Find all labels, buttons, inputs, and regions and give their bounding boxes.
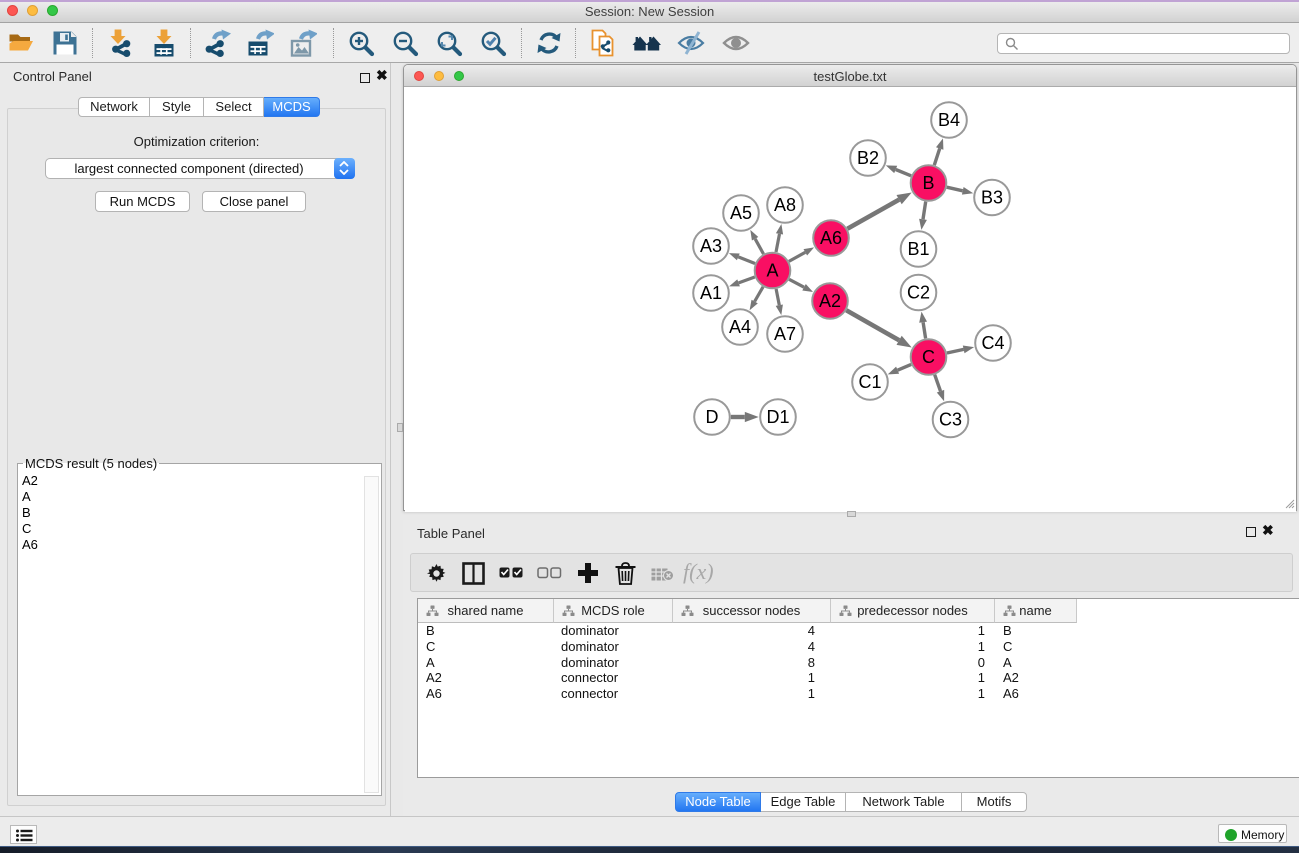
svg-text:A5: A5: [730, 203, 752, 223]
svg-text:C2: C2: [907, 283, 930, 303]
svg-text:A8: A8: [774, 195, 796, 215]
svg-text:C: C: [922, 347, 935, 367]
svg-text:A7: A7: [774, 324, 796, 344]
svg-text:D: D: [706, 407, 719, 427]
svg-text:A3: A3: [700, 236, 722, 256]
svg-text:A6: A6: [820, 228, 842, 248]
svg-text:D1: D1: [766, 407, 789, 427]
svg-text:A4: A4: [729, 317, 751, 337]
svg-text:B: B: [922, 173, 934, 193]
svg-text:C3: C3: [939, 410, 962, 430]
svg-text:A2: A2: [819, 291, 841, 311]
svg-text:C4: C4: [981, 333, 1004, 353]
svg-text:B1: B1: [907, 239, 929, 259]
svg-text:B3: B3: [981, 188, 1003, 208]
svg-text:B4: B4: [938, 110, 960, 130]
svg-text:A: A: [766, 261, 778, 281]
svg-text:A1: A1: [700, 283, 722, 303]
svg-text:B2: B2: [857, 148, 879, 168]
svg-text:C1: C1: [858, 372, 881, 392]
